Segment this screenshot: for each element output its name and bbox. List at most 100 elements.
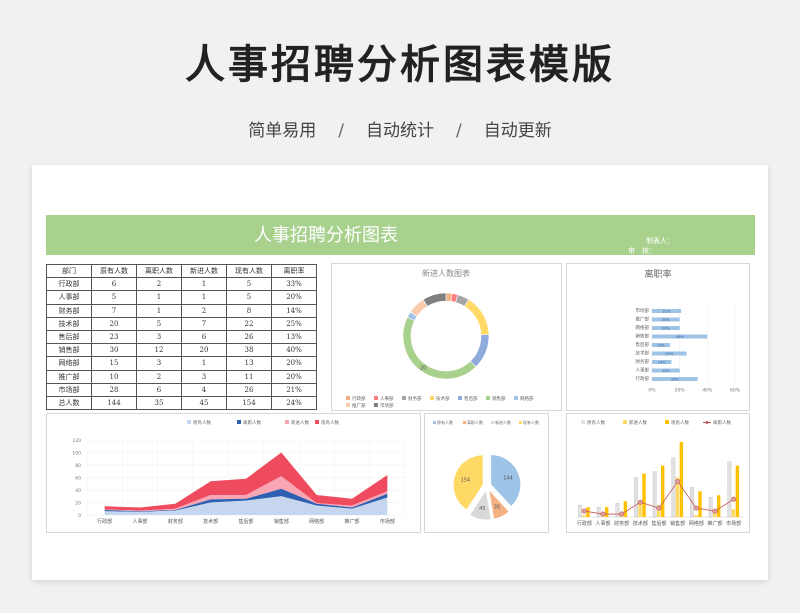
- maker-label: 制表人：: [646, 237, 674, 245]
- data-label: 20%: [662, 318, 670, 322]
- legend-label: 离职人数: [713, 419, 731, 426]
- legend-label: 推广部: [352, 402, 366, 409]
- line-point: [637, 499, 643, 505]
- category-label: 推广部: [344, 518, 359, 525]
- legend-swatch: [514, 396, 518, 400]
- table-cell: 3: [136, 356, 182, 371]
- category-label: 行政部: [577, 520, 592, 527]
- table-cell: 1: [136, 290, 182, 305]
- table-cell: 40%: [271, 343, 317, 358]
- turnover-rate-bar-chart: 离职率 0% 20% 40% 60% 行政部 33% 人事部 20% 财务部 14% 技术部 25% 售后…: [636, 268, 741, 394]
- legend-label: 人事部: [380, 395, 394, 402]
- bar: [596, 506, 601, 518]
- table-row: 售后部 23 3 6 26 13%: [46, 329, 317, 345]
- chart-title: 离职率: [644, 268, 671, 280]
- table-cell: 7: [181, 316, 227, 331]
- combo-chart-panel: 原有人数 新进人数 现有人数 离职人数 行政部 人事部 财务部 技术部 售后部 销售部 网络部 推广部…: [566, 413, 750, 533]
- table-cell: 25%: [271, 316, 317, 331]
- table-cell: 30: [91, 343, 137, 358]
- legend-swatch: [285, 420, 289, 424]
- legend-label: 销售部: [492, 395, 506, 402]
- data-label: 21%: [663, 309, 671, 313]
- legend-label: 技术部: [436, 395, 450, 402]
- category-label: 财务部: [614, 520, 629, 527]
- subtitle-item-update: 自动更新: [483, 121, 552, 141]
- legend-label: 现有人数: [671, 419, 689, 426]
- category-label: 网络部: [309, 518, 324, 525]
- legend-swatch: [581, 420, 585, 424]
- data-label: 154: [461, 478, 471, 484]
- line-point: [712, 508, 718, 514]
- legend-swatch: [430, 396, 434, 400]
- table-cell: 10: [91, 369, 137, 384]
- table-cell: 5: [226, 290, 272, 305]
- legend-swatch: [187, 420, 191, 424]
- table-row: 市场部 28 6 4 26 21%: [46, 382, 317, 397]
- table-cell: 15: [91, 356, 137, 371]
- category-label: 售后部: [636, 341, 650, 348]
- bar: [605, 507, 609, 517]
- legend-swatch: [665, 420, 669, 424]
- data-label: 33%: [671, 377, 679, 381]
- new-hires-donut-chart: 新进人数图表 20 行政部 人事部 财务部 技术部 售后部 销售部 网络部推广部 市场部: [346, 268, 534, 409]
- sheet-banner: 人事招聘分析图表 制表人： 审 核：: [46, 215, 755, 255]
- table-cell: 销售部: [46, 343, 92, 358]
- donut-slice: [464, 299, 490, 336]
- tick-label: 20%: [675, 388, 686, 394]
- table-cell: 45: [181, 395, 227, 411]
- legend-label: 现有人数: [321, 419, 339, 426]
- legend-swatch: [491, 421, 494, 424]
- line-point: [619, 511, 625, 517]
- table-header-row: 部门 原有人数 离职人数 新进人数 现有人数 离职率: [46, 263, 317, 279]
- table-cell: 26: [226, 329, 272, 345]
- category-label: 行政部: [636, 375, 650, 382]
- table-row: 财务部 7 1 2 8 14%: [46, 303, 317, 318]
- legend-label: 原有人数: [587, 419, 605, 426]
- table-row: 技术部 20 5 7 22 25%: [46, 316, 317, 331]
- table-cell: 26: [226, 382, 272, 397]
- legend-label: 离职人数: [467, 419, 483, 425]
- legend-label: 新进人数: [291, 419, 309, 426]
- category-label: 推广部: [636, 316, 650, 323]
- category-label: 售后部: [651, 520, 666, 527]
- table-cell: 行政部: [46, 277, 92, 292]
- data-label: 25%: [665, 352, 673, 356]
- legend-swatch: [315, 420, 319, 424]
- legend-swatch: [374, 396, 378, 400]
- table-cell: 14%: [271, 303, 317, 318]
- bar: [578, 505, 582, 518]
- legend-swatch: [346, 396, 350, 400]
- table-cell: 1: [181, 356, 227, 371]
- category-label: 网络部: [689, 520, 704, 527]
- table-cell: 售后部: [46, 329, 92, 345]
- table-cell: 22: [226, 316, 272, 331]
- bar: [717, 495, 721, 517]
- table-header-cell: 原有人数: [91, 263, 137, 279]
- line-point: [675, 478, 681, 484]
- bar: [661, 465, 665, 517]
- line-point: [693, 505, 699, 511]
- table-cell: 6: [136, 382, 182, 397]
- data-label: 45: [479, 506, 485, 512]
- totals-pie-chart: 原有人数 离职人数 新进人数 现有人数 144 35 45 154: [433, 419, 539, 521]
- legend-swatch: [374, 403, 378, 407]
- bar: [735, 465, 740, 517]
- data-label: 13%: [657, 343, 665, 347]
- subtitle-separator: /: [338, 121, 344, 141]
- total-pie-panel: 原有人数 离职人数 新进人数 现有人数 144 35 45 154: [424, 413, 549, 533]
- page-title: 人事招聘分析图表模版: [185, 42, 615, 88]
- line-point: [600, 511, 606, 517]
- bar: [582, 515, 586, 517]
- table-cell: 1: [181, 277, 227, 292]
- category-label: 财务部: [168, 518, 183, 525]
- area-chart-panel: 原有人数 离职人数 新进人数 现有人数 0 20 40 60 80 100 120 行政部 人事部 财务部…: [46, 413, 421, 533]
- bar: [727, 461, 732, 518]
- table-cell: 5: [136, 316, 182, 331]
- table-row: 推广部 10 2 3 11 20%: [46, 369, 317, 384]
- category-label: 技术部: [203, 518, 218, 525]
- table-cell: 8: [226, 303, 272, 318]
- department-combo-chart: 原有人数 新进人数 现有人数 离职人数行政部 人事部 财务部 技术部 售后部 销售部 网络部 推广部…: [575, 419, 743, 527]
- data-label: 20: [420, 366, 426, 372]
- table-cell: 20: [181, 343, 227, 358]
- bar: [642, 473, 646, 517]
